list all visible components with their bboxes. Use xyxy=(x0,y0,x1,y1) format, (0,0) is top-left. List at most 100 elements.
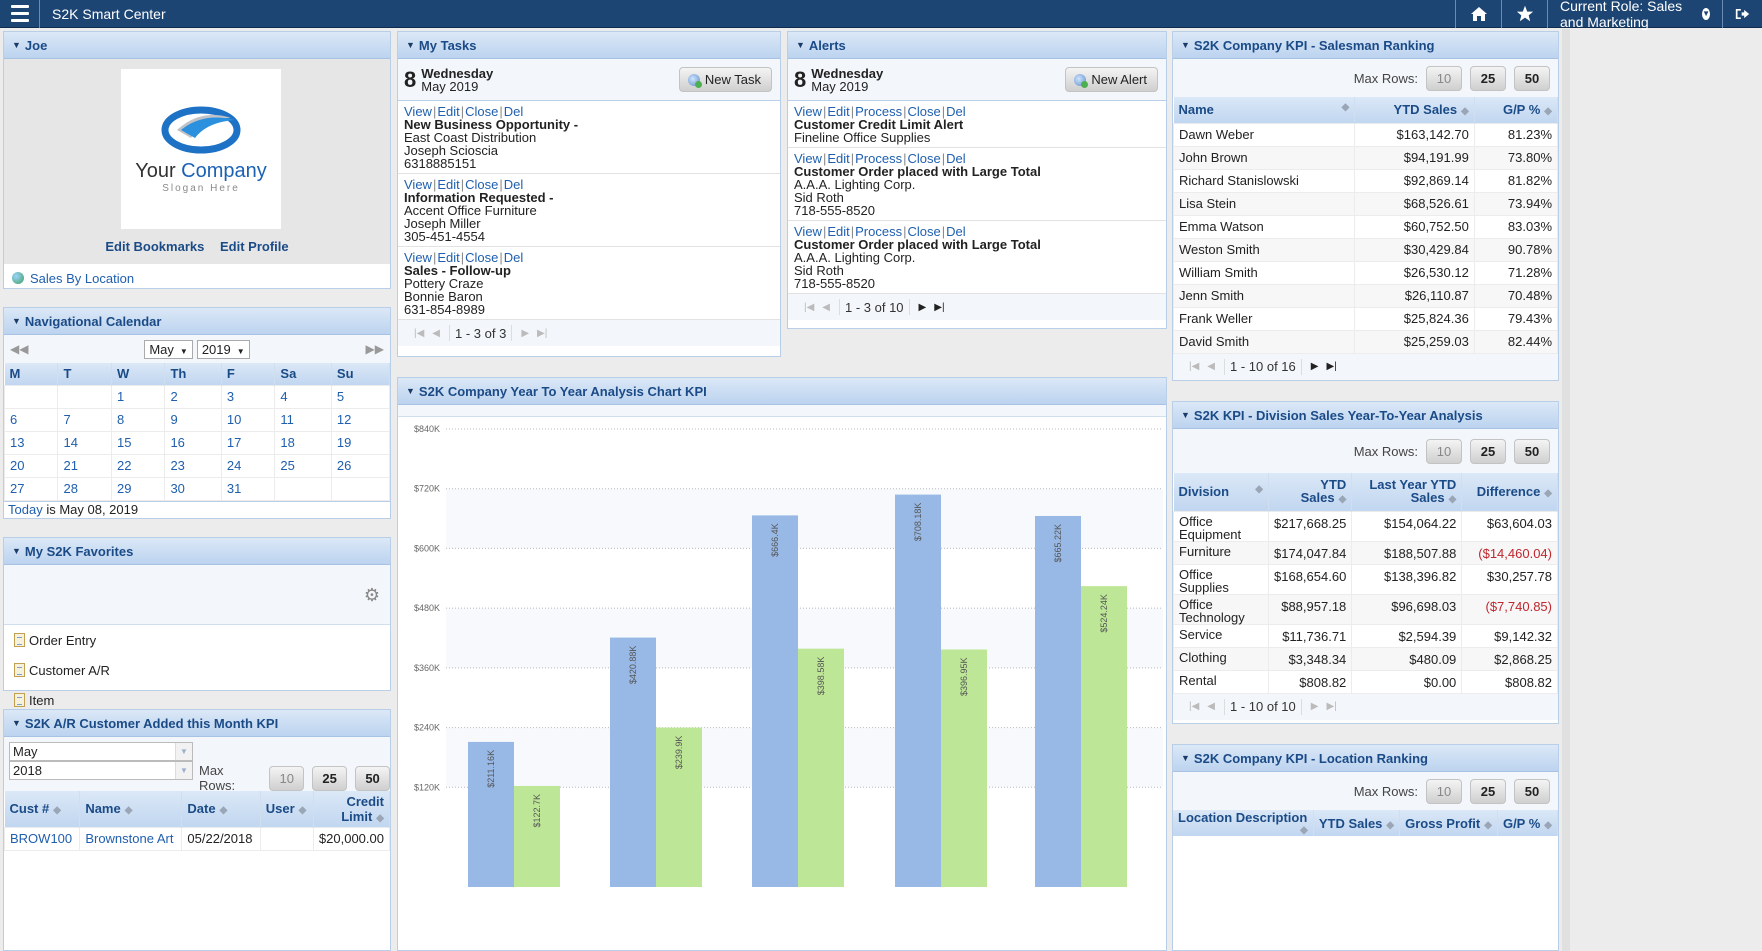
calendar-day[interactable]: 31 xyxy=(220,476,276,501)
last-page-icon[interactable]: ▶| xyxy=(1326,701,1336,712)
favorites-button[interactable] xyxy=(1501,0,1547,28)
column-header-difference[interactable]: Difference ◆ xyxy=(1461,473,1558,511)
ar-kpi-panel-header[interactable]: ▼ S2K A/R Customer Added this Month KPI xyxy=(4,710,390,737)
new-alert-button[interactable]: New Alert xyxy=(1065,67,1158,92)
alerts-panel-header[interactable]: ▼ Alerts xyxy=(788,32,1166,59)
last-page-icon[interactable]: ▶| xyxy=(1326,361,1336,372)
table-row[interactable]: John Brown $94,191.99 73.80% xyxy=(1172,145,1559,170)
calendar-day[interactable]: 20 xyxy=(3,453,59,478)
bar-current-5[interactable] xyxy=(1035,515,1081,887)
column-header-name[interactable]: Name ◆ xyxy=(79,791,183,827)
max-rows-10-button[interactable]: 10 xyxy=(1426,438,1462,464)
table-row[interactable]: David Smith $25,259.03 82.44% xyxy=(1172,329,1559,354)
next-page-icon[interactable]: ▶ xyxy=(521,328,529,339)
dropdown-icon[interactable]: ▼ xyxy=(175,743,192,760)
table-row[interactable]: Frank Weller $25,824.36 79.43% xyxy=(1172,306,1559,331)
month-select[interactable]: May ▼ xyxy=(144,339,193,359)
favorite-item[interactable]: Customer A/R xyxy=(4,655,390,685)
calendar-day[interactable]: 12 xyxy=(330,407,391,432)
edit-bookmarks-link[interactable]: Edit Bookmarks xyxy=(105,239,204,254)
next-page-icon[interactable]: ▶ xyxy=(919,302,927,313)
bookmark-sales-by-location[interactable]: Sales By Location xyxy=(4,264,390,292)
column-header-gross-profit[interactable]: Gross Profit ◆ xyxy=(1399,810,1498,836)
division-panel-header[interactable]: ▼ S2K KPI - Division Sales Year-To-Year A… xyxy=(1173,402,1558,429)
calendar-day[interactable]: 27 xyxy=(3,476,59,501)
calendar-day[interactable]: 24 xyxy=(220,453,276,478)
column-header-cust[interactable]: Cust # ◆ xyxy=(4,791,81,827)
next-page-icon[interactable]: ▶ xyxy=(1311,361,1319,372)
table-row[interactable]: BROW100 Brownstone Art 05/22/2018 $20,00… xyxy=(4,826,390,851)
table-row[interactable]: Rental $808.82 $0.00 $808.82 xyxy=(1173,669,1558,694)
column-header-gp[interactable]: G/P % ◆ xyxy=(1474,97,1559,123)
column-header-user[interactable]: User ◆ xyxy=(260,791,314,827)
table-row[interactable]: Office Technology $88,957.18 $96,698.03 ($7… xyxy=(1173,593,1558,625)
location-panel-header[interactable]: ▼ S2K Company KPI - Location Ranking xyxy=(1173,745,1558,772)
next-month-icon[interactable]: ▶▶ xyxy=(366,342,384,356)
max-rows-25-button[interactable]: 25 xyxy=(1470,65,1506,91)
column-header-ytd-sales[interactable]: YTD Sales ◆ xyxy=(1268,473,1353,511)
max-rows-25-button[interactable]: 25 xyxy=(1470,778,1506,804)
year-combo[interactable]: 2018 ▼ xyxy=(9,761,193,780)
chart-panel-header[interactable]: ▼ S2K Company Year To Year Analysis Chart… xyxy=(398,378,1166,405)
favorite-item[interactable]: Order Entry xyxy=(4,625,390,655)
calendar-day[interactable]: 9 xyxy=(164,407,222,432)
prev-page-icon[interactable]: ◀ xyxy=(1207,701,1215,712)
calendar-day[interactable]: 1 xyxy=(110,384,166,409)
calendar-day[interactable]: 30 xyxy=(164,476,222,501)
max-rows-10-button[interactable]: 10 xyxy=(269,765,305,791)
calendar-day[interactable]: 6 xyxy=(3,407,59,432)
role-selector[interactable]: Current Role: Sales and Marketing ▼ xyxy=(1547,0,1722,30)
salesman-panel-header[interactable]: ▼ S2K Company KPI - Salesman Ranking xyxy=(1173,32,1558,59)
column-header-credit-limit[interactable]: Credit Limit ◆ xyxy=(313,791,390,827)
table-row[interactable]: Weston Smith $30,429.84 90.78% xyxy=(1172,237,1559,262)
column-header-ytd-sales[interactable]: YTD Sales ◆ xyxy=(1354,97,1475,123)
new-task-button[interactable]: New Task xyxy=(678,67,772,92)
profile-panel-header[interactable]: ▼ Joe xyxy=(4,32,390,59)
last-page-icon[interactable]: ▶| xyxy=(934,302,944,313)
table-row[interactable]: Clothing $3,348.34 $480.09 $2,868.25 xyxy=(1173,646,1558,671)
max-rows-10-button[interactable]: 10 xyxy=(1426,778,1462,804)
column-header-ytd-sales[interactable]: YTD Sales ◆ xyxy=(1313,810,1401,836)
calendar-day[interactable]: 28 xyxy=(57,476,112,501)
column-header-last-year[interactable]: Last Year YTD Sales ◆ xyxy=(1351,473,1463,511)
calendar-day[interactable]: 15 xyxy=(110,430,166,455)
calendar-day[interactable]: 11 xyxy=(274,407,332,432)
calendar-day[interactable]: 29 xyxy=(110,476,166,501)
calendar-day[interactable]: 8 xyxy=(110,407,166,432)
column-header-date[interactable]: Date ◆ xyxy=(181,791,261,827)
favorites-panel-header[interactable]: ▼ My S2K Favorites xyxy=(4,538,390,565)
logout-button[interactable] xyxy=(1722,0,1762,28)
max-rows-50-button[interactable]: 50 xyxy=(1514,65,1550,91)
bar-current-3[interactable] xyxy=(752,515,798,887)
calendar-day[interactable]: 5 xyxy=(330,384,391,409)
table-row[interactable]: Jenn Smith $26,110.87 70.48% xyxy=(1172,283,1559,308)
table-row[interactable]: Office Supplies $168,654.60 $138,396.82 $30… xyxy=(1173,563,1558,595)
calendar-day[interactable]: 25 xyxy=(274,453,332,478)
bar-current-4[interactable] xyxy=(895,494,941,887)
gear-icon[interactable]: ⚙ xyxy=(364,585,380,606)
calendar-day[interactable]: 22 xyxy=(110,453,166,478)
dropdown-icon[interactable]: ▼ xyxy=(175,762,192,779)
tasks-panel-header[interactable]: ▼ My Tasks xyxy=(398,32,780,59)
max-rows-50-button[interactable]: 50 xyxy=(1514,438,1550,464)
today-link[interactable]: Today xyxy=(8,502,43,517)
table-row[interactable]: Service $11,736.71 $2,594.39 $9,142.32 xyxy=(1173,623,1558,648)
calendar-day[interactable]: 26 xyxy=(330,453,391,478)
calendar-day[interactable]: 4 xyxy=(274,384,332,409)
max-rows-10-button[interactable]: 10 xyxy=(1426,65,1462,91)
table-row[interactable]: Furniture $174,047.84 $188,507.88 ($14,460.… xyxy=(1173,540,1558,565)
max-rows-50-button[interactable]: 50 xyxy=(355,765,390,791)
first-page-icon[interactable]: |◀ xyxy=(804,302,814,313)
calendar-day[interactable]: 21 xyxy=(57,453,112,478)
max-rows-50-button[interactable]: 50 xyxy=(1514,778,1550,804)
column-header-division[interactable]: Division ◆ xyxy=(1173,473,1269,511)
calendar-day[interactable]: 23 xyxy=(164,453,222,478)
calendar-day[interactable]: 10 xyxy=(220,407,276,432)
table-row[interactable]: Office Equipment $217,668.25 $154,064.22 $6… xyxy=(1173,510,1558,542)
calendar-panel-header[interactable]: ▼ Navigational Calendar xyxy=(4,308,390,335)
first-page-icon[interactable]: |◀ xyxy=(1189,701,1199,712)
table-row[interactable]: Lisa Stein $68,526.61 73.94% xyxy=(1172,191,1559,216)
table-row[interactable]: William Smith $26,530.12 71.28% xyxy=(1172,260,1559,285)
edit-profile-link[interactable]: Edit Profile xyxy=(220,239,289,254)
calendar-day[interactable]: 3 xyxy=(220,384,276,409)
